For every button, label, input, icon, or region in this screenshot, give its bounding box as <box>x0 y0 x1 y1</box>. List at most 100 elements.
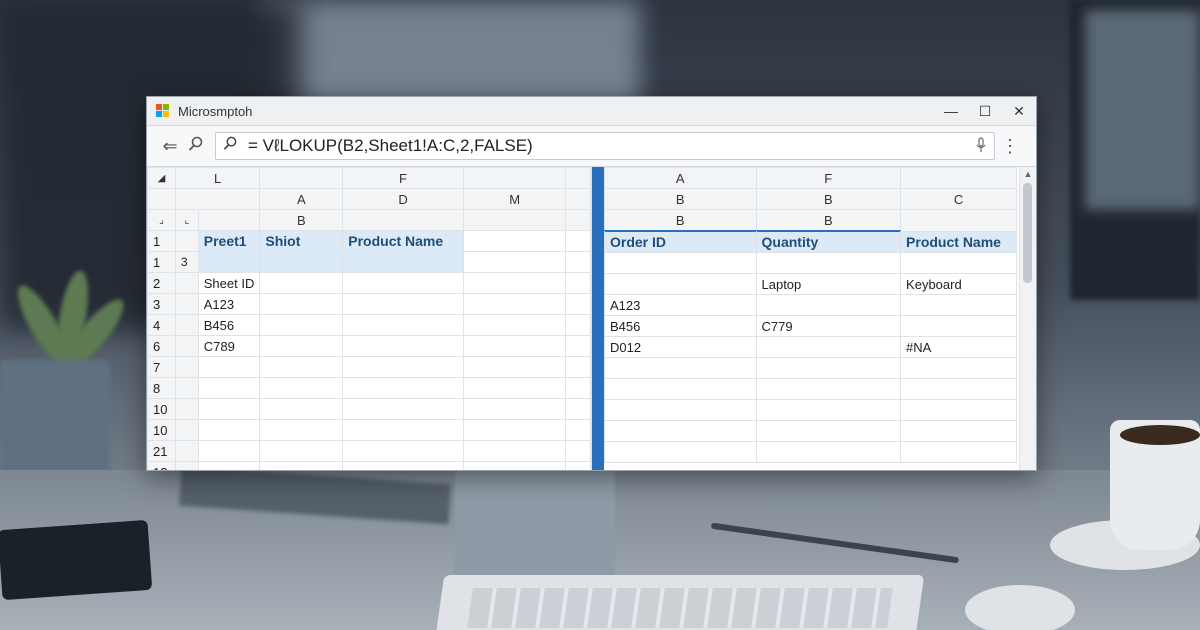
table-cell[interactable] <box>900 357 1017 379</box>
column-header[interactable]: D <box>342 188 464 210</box>
table-cell[interactable] <box>604 252 757 274</box>
table-cell[interactable] <box>462 293 567 315</box>
column-header[interactable] <box>174 188 261 210</box>
column-header[interactable]: C <box>900 188 1017 210</box>
table-cell[interactable] <box>462 356 567 378</box>
table-cell[interactable]: Laptop <box>755 273 902 295</box>
table-cell[interactable] <box>462 377 567 399</box>
maximize-button[interactable]: ☐ <box>968 97 1002 125</box>
table-cell[interactable] <box>342 398 464 420</box>
table-cell[interactable] <box>462 461 567 470</box>
table-cell[interactable]: B456 <box>197 314 261 336</box>
column-header[interactable] <box>900 209 1017 232</box>
table-cell[interactable] <box>900 399 1017 421</box>
formula-input[interactable]: = VℓLOKUP(B2,Sheet1!A:C,2,FALSE) <box>215 132 995 160</box>
column-header[interactable]: F <box>342 167 464 189</box>
table-cell[interactable] <box>755 441 902 463</box>
row-number[interactable]: 2 <box>147 272 176 294</box>
table-cell[interactable] <box>900 252 1017 274</box>
row-number[interactable]: 7 <box>147 356 176 378</box>
table-cell[interactable] <box>342 335 464 357</box>
table-cell[interactable] <box>604 378 757 400</box>
column-header[interactable]: B <box>604 209 757 232</box>
table-cell[interactable] <box>259 461 344 470</box>
table-cell[interactable] <box>755 357 902 379</box>
table-cell[interactable] <box>197 356 261 378</box>
table-cell[interactable] <box>197 419 261 441</box>
table-cell[interactable] <box>900 420 1017 442</box>
row-number[interactable]: 6 <box>147 335 176 357</box>
column-header[interactable] <box>462 167 567 189</box>
row-number[interactable]: 1 <box>147 230 176 252</box>
table-cell[interactable] <box>259 377 344 399</box>
table-cell[interactable] <box>755 399 902 421</box>
header-cell[interactable]: Shiot <box>259 230 344 252</box>
table-cell[interactable]: A123 <box>197 293 261 315</box>
table-cell[interactable] <box>259 440 344 462</box>
split-divider[interactable] <box>592 167 604 470</box>
table-cell[interactable] <box>900 378 1017 400</box>
table-cell[interactable] <box>900 294 1017 316</box>
table-cell[interactable] <box>462 335 567 357</box>
column-header[interactable] <box>900 167 1017 189</box>
column-header[interactable]: A <box>259 188 344 210</box>
column-header[interactable]: L <box>174 167 261 189</box>
row-number[interactable]: 10 <box>147 398 176 420</box>
table-cell[interactable] <box>900 315 1017 337</box>
table-cell[interactable] <box>342 419 464 441</box>
table-cell[interactable] <box>259 335 344 357</box>
column-header[interactable]: A <box>604 167 757 189</box>
pin-icon[interactable] <box>968 136 994 156</box>
table-cell[interactable]: Keyboard <box>900 273 1017 295</box>
scrollbar-thumb[interactable] <box>1023 183 1032 283</box>
table-cell[interactable] <box>342 272 464 294</box>
table-cell[interactable] <box>197 440 261 462</box>
table-cell[interactable] <box>462 398 567 420</box>
back-arrow-icon[interactable]: ⇐ <box>157 136 183 157</box>
table-cell[interactable] <box>565 440 592 462</box>
header-cell[interactable]: Product Name <box>342 230 464 252</box>
minimize-button[interactable]: — <box>934 97 968 125</box>
table-cell[interactable] <box>900 441 1017 463</box>
header-cell[interactable]: Order ID <box>604 230 757 253</box>
table-cell[interactable] <box>259 272 344 294</box>
row-number[interactable]: 21 <box>147 440 176 462</box>
table-cell[interactable] <box>342 293 464 315</box>
header-cell[interactable]: Preet1 <box>197 230 261 252</box>
table-cell[interactable]: A123 <box>604 294 757 316</box>
table-cell[interactable] <box>462 272 567 294</box>
table-cell[interactable]: B456 <box>604 315 757 337</box>
table-cell[interactable] <box>259 356 344 378</box>
table-cell[interactable] <box>755 420 902 442</box>
table-cell[interactable] <box>755 294 902 316</box>
table-cell[interactable] <box>565 293 592 315</box>
column-header[interactable]: F <box>755 167 902 189</box>
table-cell[interactable] <box>565 335 592 357</box>
column-header[interactable] <box>259 167 344 189</box>
row-number[interactable]: 12 <box>147 461 176 470</box>
table-cell[interactable] <box>565 272 592 294</box>
table-cell[interactable] <box>259 398 344 420</box>
table-cell[interactable] <box>342 461 464 470</box>
table-cell[interactable] <box>604 357 757 379</box>
column-header[interactable]: B <box>755 209 902 232</box>
column-header[interactable] <box>565 188 592 210</box>
search-icon[interactable] <box>183 136 209 157</box>
select-all-corner[interactable]: ◢ <box>147 167 176 189</box>
table-cell[interactable] <box>342 377 464 399</box>
table-cell[interactable] <box>565 314 592 336</box>
table-cell[interactable]: D012 <box>604 336 757 358</box>
table-cell[interactable] <box>565 398 592 420</box>
close-button[interactable]: ✕ <box>1002 97 1036 125</box>
table-cell[interactable]: C789 <box>197 335 261 357</box>
table-cell[interactable] <box>755 378 902 400</box>
more-options-icon[interactable]: ⋮ <box>995 136 1025 157</box>
table-cell[interactable] <box>342 440 464 462</box>
row-number[interactable]: 10 <box>147 419 176 441</box>
vertical-scrollbar[interactable]: ▲ <box>1019 167 1036 470</box>
table-cell[interactable] <box>462 440 567 462</box>
column-header[interactable]: B <box>259 209 344 231</box>
table-cell[interactable] <box>197 461 261 470</box>
table-cell[interactable] <box>462 419 567 441</box>
table-cell[interactable] <box>604 420 757 442</box>
